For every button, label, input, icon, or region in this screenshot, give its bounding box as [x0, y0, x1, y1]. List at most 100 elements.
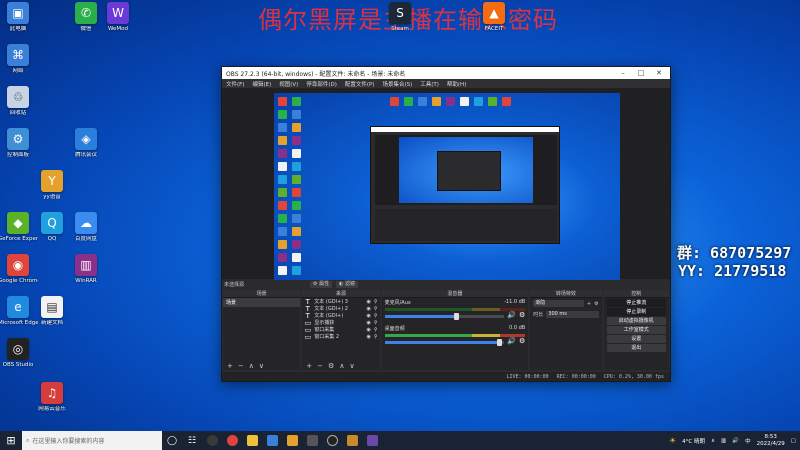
add-transition-icon[interactable]: + [587, 301, 591, 307]
game-taskbar-icon[interactable] [362, 431, 382, 450]
desktop-icon[interactable]: ♫ 网易云音乐 [34, 380, 70, 422]
speaker-icon[interactable]: 🔊 [507, 311, 516, 319]
lock-icon[interactable]: ⚲ [374, 306, 378, 312]
yy-taskbar-icon[interactable] [282, 431, 302, 450]
add-source-icon[interactable]: + [306, 362, 312, 370]
lock-icon[interactable]: ⚲ [374, 313, 378, 319]
duration-input[interactable]: 300 ms [546, 311, 599, 318]
filters-button[interactable]: ◐ 滤镜 [336, 281, 359, 288]
obs-menu-item[interactable]: 视图(V) [279, 80, 298, 88]
tray-chevron-icon[interactable]: ∧ [711, 438, 715, 444]
minimize-icon[interactable]: – [614, 67, 632, 79]
app-taskbar-icon[interactable] [262, 431, 282, 450]
obs-menu-item[interactable]: 停靠部件(D) [306, 80, 337, 88]
desktop-icon[interactable]: ◎ OBS Studio [0, 336, 36, 378]
lock-icon[interactable]: ⚲ [374, 320, 378, 326]
desktop-icon[interactable]: ◉ Google Chrome [0, 252, 38, 294]
obs-title-bar[interactable]: OBS 27.2.3 (64-bit, windows) - 配置文件: 未命名… [222, 67, 670, 79]
desktop-icon[interactable]: ◆GeForce Experience [0, 210, 38, 252]
control-button[interactable]: 工作室模式 [606, 326, 666, 334]
visibility-eye-icon[interactable]: ◉ [367, 334, 371, 340]
remove-scene-icon[interactable]: − [238, 362, 244, 370]
obs-menu-item[interactable]: 场景集合(S) [382, 80, 412, 88]
control-button[interactable]: 启动虚拟摄像机 [606, 317, 666, 325]
notification-icon[interactable]: ▢ [791, 438, 796, 444]
desktop-icon[interactable]: ▣ 此电脑 [0, 0, 36, 42]
move-up-icon[interactable]: ∧ [249, 362, 254, 370]
obs-active-taskbar-icon[interactable] [322, 431, 342, 450]
obs-preview[interactable]: 群: 687075297 YY: 21779518 [222, 89, 670, 289]
network-icon[interactable]: ▥ [721, 438, 726, 444]
move-down-icon[interactable]: ∨ [259, 362, 264, 370]
obs-window[interactable]: OBS 27.2.3 (64-bit, windows) - 配置文件: 未命名… [221, 66, 671, 382]
desktop-icon[interactable]: ✆ 微信 [68, 0, 104, 42]
gear-icon[interactable]: ⚙ [594, 301, 598, 307]
desktop-icon[interactable]: ☁ 百度网盘 [68, 210, 104, 252]
control-button[interactable]: 停止录制 [606, 308, 666, 316]
obs-menu-item[interactable]: 编辑(E) [252, 80, 271, 88]
obs-menu-item[interactable]: 文件(F) [226, 80, 244, 88]
scene-item[interactable]: 场景 [223, 298, 301, 307]
desktop-icon[interactable]: S Steam [382, 0, 418, 42]
desktop-icon[interactable]: ▤ 新建文档 [34, 294, 70, 336]
weather-icon[interactable]: ☀ [669, 436, 676, 445]
lock-icon[interactable]: ⚲ [374, 327, 378, 333]
task-view-icon[interactable]: ◯ [162, 431, 182, 450]
visibility-eye-icon[interactable]: ◉ [367, 313, 371, 319]
visibility-eye-icon[interactable]: ◉ [367, 320, 371, 326]
ime-icon[interactable]: 中 [745, 437, 751, 445]
volume-slider[interactable] [384, 339, 505, 346]
desktop-icon[interactable]: ▥ WinRAR [68, 252, 104, 294]
properties-button[interactable]: ⚙ 属性 [310, 281, 333, 288]
desktop-icon[interactable]: e Microsoft Edge [0, 294, 38, 336]
lock-icon[interactable]: ⚲ [374, 334, 378, 340]
widgets-icon[interactable]: ☷ [182, 431, 202, 450]
source-settings-icon[interactable]: ⚙ [328, 362, 334, 370]
close-icon[interactable]: ✕ [650, 67, 668, 79]
desktop-icon[interactable]: Yyy语音 [34, 168, 70, 210]
desktop-icon[interactable]: ⚙ 控制面板 [0, 126, 36, 168]
source-item[interactable]: ▭ 显示捕获 ◉ ⚲ [302, 319, 379, 327]
speaker-icon[interactable]: 🔊 [507, 337, 516, 345]
obs-taskbar-icon[interactable] [202, 431, 222, 450]
desktop-icon[interactable]: Q QQ [34, 210, 70, 252]
media-taskbar-icon[interactable] [302, 431, 322, 450]
file-explorer-icon[interactable] [242, 431, 262, 450]
visibility-eye-icon[interactable]: ◉ [367, 306, 371, 312]
transition-select[interactable]: 渐隐 [533, 300, 584, 307]
move-up-icon[interactable]: ∧ [339, 362, 344, 370]
source-item[interactable]: T 文本 (GDI+) 2 ◉ ⚲ [302, 305, 379, 313]
desktop-icon[interactable]: W WeMod [100, 0, 136, 42]
desktop-icon[interactable]: ♲ 回收站 [0, 84, 36, 126]
desktop-icon[interactable]: ◈ 腾讯会议 [68, 126, 104, 168]
obs-menu-item[interactable]: 帮助(H) [447, 80, 466, 88]
steam-taskbar-icon[interactable] [342, 431, 362, 450]
visibility-eye-icon[interactable]: ◉ [367, 299, 371, 305]
source-item[interactable]: T 文本 (GDI+) ◉ ⚲ [302, 312, 379, 320]
desktop-icon[interactable]: ▲ FACEIT [476, 0, 512, 42]
weather-text[interactable]: 4°C 晴朗 [682, 437, 705, 445]
windows-start-icon[interactable]: ⊞ [0, 434, 22, 447]
chrome-taskbar-icon[interactable] [222, 431, 242, 450]
maximize-icon[interactable]: □ [632, 67, 650, 79]
move-down-icon[interactable]: ∨ [349, 362, 354, 370]
taskbar-search-box[interactable]: ⌕ 在这里输入你要搜索的内容 [22, 431, 162, 450]
remove-source-icon[interactable]: − [317, 362, 323, 370]
gear-icon[interactable]: ⚙ [519, 337, 525, 345]
desktop-icon[interactable]: ⌘ 网络 [0, 42, 36, 84]
source-item[interactable]: ▭ 窗口采集 ◉ ⚲ [302, 326, 379, 334]
taskbar-clock[interactable]: 8:53 2022/4/29 [757, 434, 785, 448]
volume-slider[interactable] [384, 313, 505, 320]
obs-menu-item[interactable]: 工具(T) [420, 80, 439, 88]
lock-icon[interactable]: ⚲ [374, 299, 378, 305]
add-scene-icon[interactable]: + [227, 362, 233, 370]
control-button[interactable]: 停止推流 [606, 299, 666, 307]
control-button[interactable]: 设置 [606, 335, 666, 343]
obs-menu-item[interactable]: 配置文件(P) [345, 80, 375, 88]
source-item[interactable]: ▭ 窗口采集 2 ◉ ⚲ [302, 333, 379, 341]
control-button[interactable]: 退出 [606, 344, 666, 352]
visibility-eye-icon[interactable]: ◉ [367, 327, 371, 333]
volume-icon[interactable]: 🔊 [732, 438, 739, 444]
gear-icon[interactable]: ⚙ [519, 311, 525, 319]
source-item[interactable]: T 文本 (GDI+) 3 ◉ ⚲ [302, 298, 379, 306]
